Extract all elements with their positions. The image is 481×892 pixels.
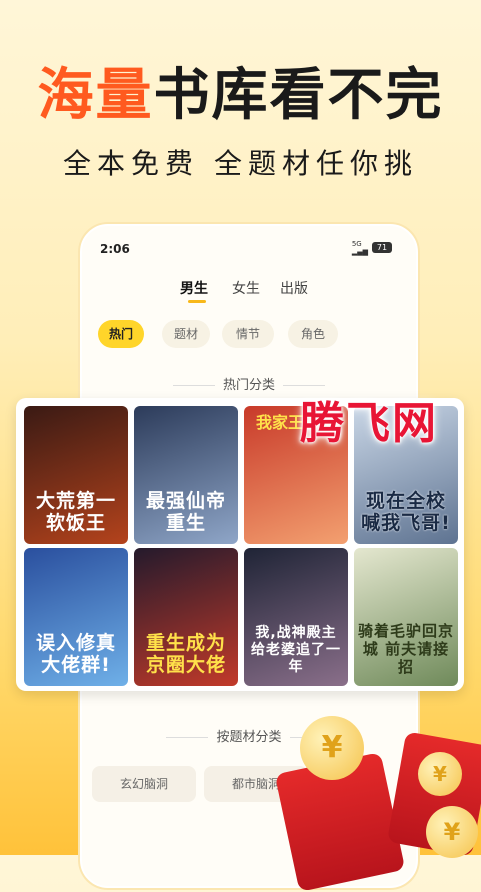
coin-icon: ¥ bbox=[426, 806, 478, 858]
signal-icon: 5G ▂▄▆ bbox=[351, 240, 368, 256]
promo-headline: 海量书库看不完 bbox=[0, 60, 481, 132]
watermark-logo: 腾飞网 bbox=[300, 398, 438, 449]
gender-tabs: 男生 女生 出版 bbox=[82, 278, 416, 303]
book-cover[interactable]: 我,战神殿主给老婆追了一年 bbox=[244, 548, 348, 686]
headline-accent: 海量 bbox=[37, 63, 154, 128]
hot-section-title: 热门分类 bbox=[222, 378, 275, 393]
cover-title: 重生成为京圈大佬 bbox=[145, 632, 226, 676]
cover-title: 现在全校喊我飞哥! bbox=[361, 490, 451, 534]
coin-symbol: ¥ bbox=[433, 762, 447, 786]
theme-section-header: 按题材分类 bbox=[82, 726, 416, 745]
coin-icon: ¥ bbox=[300, 716, 364, 780]
cover-title: 误入修真大佬群! bbox=[35, 632, 116, 676]
theme-section-title: 按题材分类 bbox=[216, 730, 282, 745]
pill-role[interactable]: 角色 bbox=[288, 320, 338, 348]
tab-female[interactable]: 女生 bbox=[232, 278, 260, 298]
coin-icon: ¥ bbox=[418, 752, 462, 796]
category-button[interactable]: 玄幻脑洞 bbox=[92, 766, 196, 802]
cover-title: 骑着毛驴回京城 前夫请接招 bbox=[358, 622, 455, 676]
status-bar: 2:06 5G ▂▄▆ 71 bbox=[82, 226, 416, 262]
hot-section-header: 热门分类 bbox=[82, 374, 416, 393]
cover-title: 最强仙帝重生 bbox=[145, 490, 226, 534]
coin-symbol: ¥ bbox=[321, 730, 343, 765]
book-cover[interactable]: 重生成为京圈大佬 bbox=[134, 548, 238, 686]
book-cover[interactable]: 大荒第一软饭王 bbox=[24, 406, 128, 544]
book-cover[interactable]: 误入修真大佬群! bbox=[24, 548, 128, 686]
coin-symbol: ¥ bbox=[443, 818, 461, 846]
tab-male-underline bbox=[188, 300, 206, 303]
book-cover[interactable]: 骑着毛驴回京城 前夫请接招 bbox=[354, 548, 458, 686]
status-time: 2:06 bbox=[100, 242, 130, 256]
cover-title: 我,战神殿主给老婆追了一年 bbox=[251, 625, 341, 675]
cover-title: 大荒第一软饭王 bbox=[35, 490, 116, 534]
tab-publishing[interactable]: 出版 bbox=[280, 278, 308, 298]
promo-subline: 全本免费 全题材任你挑 bbox=[63, 147, 418, 180]
signal-label: 5G bbox=[351, 240, 362, 248]
battery-level: 71 bbox=[376, 243, 388, 252]
pill-plot[interactable]: 情节 bbox=[222, 320, 274, 348]
book-cover[interactable]: 最强仙帝重生 bbox=[134, 406, 238, 544]
battery-icon: 71 bbox=[372, 242, 392, 253]
pill-hot[interactable]: 热门 bbox=[98, 320, 144, 348]
headline-rest: 书库看不完 bbox=[153, 63, 444, 128]
pill-theme[interactable]: 题材 bbox=[162, 320, 210, 348]
tab-male[interactable]: 男生 bbox=[180, 278, 208, 298]
